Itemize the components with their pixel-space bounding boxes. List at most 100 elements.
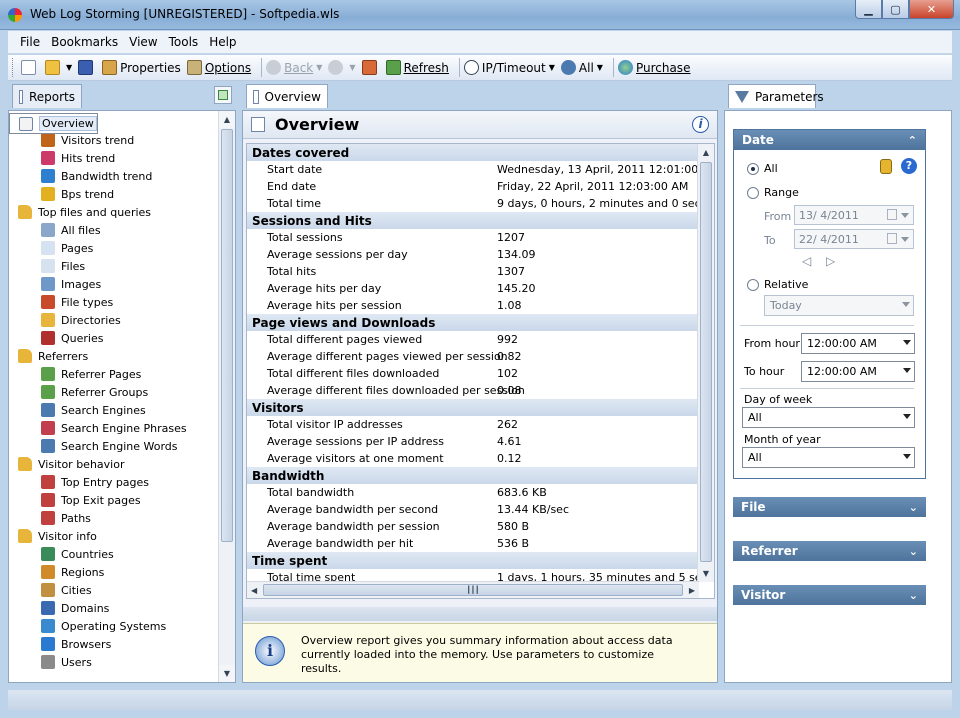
info-icon[interactable]: i bbox=[692, 116, 709, 133]
scroll-thumb[interactable]: ┃┃┃ bbox=[263, 584, 683, 596]
new-button[interactable] bbox=[21, 60, 39, 75]
purchase-button[interactable]: Purchase bbox=[617, 60, 690, 75]
month-of-year-select[interactable]: All bbox=[742, 447, 915, 468]
properties-button[interactable]: Properties bbox=[102, 60, 181, 75]
toolbar-grip[interactable] bbox=[12, 58, 15, 77]
day-of-week-select[interactable]: All bbox=[742, 407, 915, 428]
tree-item[interactable]: Search Engine Phrases bbox=[9, 419, 217, 437]
tree-item[interactable]: Files bbox=[9, 257, 217, 275]
scroll-right-icon[interactable]: ▶ bbox=[689, 586, 695, 595]
refresh-button[interactable]: Refresh bbox=[385, 60, 449, 75]
help-icon[interactable]: ? bbox=[901, 158, 917, 174]
menu-tools[interactable]: Tools bbox=[169, 35, 199, 49]
scroll-down-icon[interactable]: ▼ bbox=[219, 665, 235, 682]
metric-label: Start date bbox=[267, 163, 323, 176]
menu-bookmarks[interactable]: Bookmarks bbox=[51, 35, 118, 49]
scroll-down-icon[interactable]: ▼ bbox=[698, 565, 714, 582]
minimize-button[interactable]: ▁ bbox=[855, 0, 882, 19]
tab-parameters[interactable]: Parameters bbox=[728, 84, 824, 108]
calendar-icon bbox=[887, 233, 897, 244]
tree-item[interactable]: Cities bbox=[9, 581, 217, 599]
home-button[interactable] bbox=[361, 60, 380, 75]
info-splitter[interactable] bbox=[243, 607, 717, 621]
maximize-button[interactable]: ▢ bbox=[882, 0, 909, 19]
expand-chevron-icon[interactable]: ⌄ bbox=[909, 501, 918, 514]
scroll-left-icon[interactable]: ◀ bbox=[251, 586, 257, 595]
tree-item[interactable]: Search Engine Words bbox=[9, 437, 217, 455]
open-button[interactable]: ▼ bbox=[45, 60, 72, 75]
tree-item-label: Visitors trend bbox=[61, 133, 135, 147]
expand-chevron-icon[interactable]: ⌄ bbox=[909, 545, 918, 558]
menu-help[interactable]: Help bbox=[209, 35, 236, 49]
to-date-picker[interactable]: 22/ 4/2011 bbox=[794, 229, 914, 249]
ip-timeout-button[interactable]: IP/Timeout ▼ bbox=[463, 60, 555, 75]
table-row: Average sessions per IP address 4.61 bbox=[247, 433, 699, 450]
tree-item[interactable]: Pages bbox=[9, 239, 217, 257]
panel-toggle-button[interactable] bbox=[214, 86, 232, 104]
tree-item[interactable]: Regions bbox=[9, 563, 217, 581]
menu-file[interactable]: File bbox=[20, 35, 40, 49]
referrer-group-header[interactable]: Referrer ⌄ bbox=[733, 541, 926, 561]
scroll-up-icon[interactable]: ▲ bbox=[219, 111, 235, 128]
filter-all-button[interactable]: All ▼ bbox=[560, 60, 603, 75]
tree-item[interactable]: Search Engines bbox=[9, 401, 217, 419]
open-dropdown-icon[interactable]: ▼ bbox=[66, 63, 72, 72]
forward-button[interactable]: ▼ bbox=[328, 60, 356, 75]
title-bar: Web Log Storming [UNREGISTERED] - Softpe… bbox=[0, 0, 960, 30]
status-bar bbox=[8, 690, 952, 710]
close-button[interactable]: ✕ bbox=[909, 0, 954, 19]
prev-period-icon[interactable]: ◁ bbox=[802, 254, 811, 268]
visitor-group-header[interactable]: Visitor ⌄ bbox=[733, 585, 926, 605]
date-relative-radio[interactable]: Relative bbox=[747, 278, 808, 291]
tree-item[interactable]: Hits trend bbox=[9, 149, 217, 167]
from-hour-select[interactable]: 12:00:00 AM bbox=[801, 333, 915, 354]
table-vertical-scrollbar[interactable]: ▲ ▼ bbox=[697, 144, 714, 582]
back-button[interactable]: Back ▼ bbox=[266, 60, 322, 75]
options-button[interactable]: Options bbox=[186, 60, 251, 75]
next-period-icon[interactable]: ▷ bbox=[826, 254, 835, 268]
tree-item[interactable]: Referrers bbox=[9, 347, 217, 365]
tree-item[interactable]: Images bbox=[9, 275, 217, 293]
tab-reports[interactable]: Reports bbox=[12, 84, 82, 108]
save-button[interactable] bbox=[78, 60, 96, 75]
tree-item[interactable]: Operating Systems bbox=[9, 617, 217, 635]
tree-item[interactable]: Visitor info bbox=[9, 527, 217, 545]
tree-item[interactable]: Top Exit pages bbox=[9, 491, 217, 509]
tree-item[interactable]: Directories bbox=[9, 311, 217, 329]
scroll-thumb[interactable] bbox=[700, 162, 712, 562]
expand-chevron-icon[interactable]: ⌄ bbox=[909, 589, 918, 602]
table-horizontal-scrollbar[interactable]: ◀ ┃┃┃ ▶ bbox=[247, 581, 699, 598]
date-all-radio[interactable]: All bbox=[747, 162, 778, 175]
tree-item[interactable]: Queries bbox=[9, 329, 217, 347]
tree-item[interactable]: Bps trend bbox=[9, 185, 217, 203]
tree-item[interactable]: Bandwidth trend bbox=[9, 167, 217, 185]
date-range-radio[interactable]: Range bbox=[747, 186, 799, 199]
tree-item-label: Top files and queries bbox=[38, 205, 152, 219]
tree-item[interactable]: Paths bbox=[9, 509, 217, 527]
tree-item[interactable]: Top files and queries bbox=[9, 203, 217, 221]
tree-item[interactable]: Browsers bbox=[9, 635, 217, 653]
tree-item[interactable]: Domains bbox=[9, 599, 217, 617]
scroll-thumb[interactable] bbox=[221, 129, 233, 542]
tree-item[interactable]: Overview bbox=[9, 113, 98, 134]
tab-overview[interactable]: Overview bbox=[246, 84, 328, 108]
tree-item[interactable]: Top Entry pages bbox=[9, 473, 217, 491]
tree-item[interactable]: Referrer Pages bbox=[9, 365, 217, 383]
menu-view[interactable]: View bbox=[129, 35, 157, 49]
file-group-header[interactable]: File ⌄ bbox=[733, 497, 926, 517]
tree-item[interactable]: Countries bbox=[9, 545, 217, 563]
collapse-chevron-icon[interactable]: ⌃ bbox=[908, 134, 917, 147]
date-group-header[interactable]: Date ⌃ bbox=[734, 130, 925, 150]
report-icon bbox=[41, 511, 55, 525]
scroll-up-icon[interactable]: ▲ bbox=[698, 144, 714, 161]
tree-item[interactable]: Users bbox=[9, 653, 217, 671]
tree-item[interactable]: File types bbox=[9, 293, 217, 311]
to-hour-select[interactable]: 12:00:00 AM bbox=[801, 361, 915, 382]
tree-item[interactable]: All files bbox=[9, 221, 217, 239]
report-icon bbox=[41, 187, 55, 201]
reports-scrollbar[interactable]: ▲ ▼ bbox=[218, 111, 235, 682]
from-date-picker[interactable]: 13/ 4/2011 bbox=[794, 205, 914, 225]
relative-select[interactable]: Today bbox=[764, 295, 914, 316]
tree-item[interactable]: Referrer Groups bbox=[9, 383, 217, 401]
tree-item[interactable]: Visitor behavior bbox=[9, 455, 217, 473]
